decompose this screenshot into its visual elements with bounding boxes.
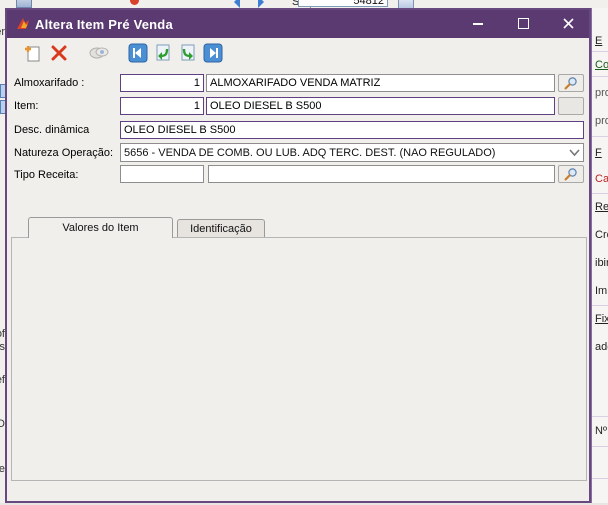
bg-fragment: Ca [595,173,608,185]
natureza-operacao-label: Natureza Operação: [14,147,113,159]
tab-valores-do-item[interactable]: Valores do Item [28,217,173,238]
tipo-receita-code-input[interactable] [120,165,204,183]
magnifier-icon [564,167,578,181]
minimize-button[interactable] [465,13,491,34]
last-record-icon [203,43,223,63]
first-record-icon [128,43,148,63]
search-icon [398,0,414,8]
divider [592,305,608,306]
tab-page [11,237,587,481]
bg-fragment: ibir [595,257,608,269]
bg-fragment: ados [595,341,608,353]
prev-record-button[interactable] [151,41,175,65]
background-top-strip: Sequência: 54812 [0,0,608,8]
nav-next-icon [258,0,270,8]
item-search-button[interactable] [558,97,584,115]
dialog-title: Altera Item Pré Venda [35,17,173,32]
bg-fragment: F [595,147,602,159]
maximize-button[interactable] [510,13,536,34]
divider [592,416,608,417]
divider [592,136,608,137]
desc-dinamica-label: Desc. dinâmica [14,124,89,136]
bg-fragment: Nº [595,425,607,437]
screen: Sequência: 54812 E Co proj prov F Ca Ren… [0,0,608,505]
maximize-icon [518,18,529,29]
item-desc-input[interactable] [206,97,555,115]
bg-fragment: Co [595,59,608,71]
divider [592,446,608,447]
delete-record-button[interactable] [47,41,71,65]
natureza-operacao-value: 5656 - VENDA DE COMB. OU LUB. ADQ TERC. … [124,147,495,159]
almoxarifado-code-input[interactable] [120,74,204,92]
next-record-button[interactable] [176,41,200,65]
divider [592,193,608,194]
bg-fragment: Imp [595,285,608,297]
background-right-strip: E Co proj prov F Ca Rent Créd ibir Imp F… [591,8,608,505]
tipo-receita-desc-input[interactable] [208,165,555,183]
last-record-button[interactable] [201,41,225,65]
dialog-toolbar [7,38,589,68]
app-logo-icon [15,16,31,32]
nav-prev-icon [228,0,240,8]
page-arrow-left-icon [153,43,173,63]
tab-label: Identificação [190,223,252,235]
close-icon [563,18,574,29]
divider [592,76,608,77]
bg-fragment: E [595,35,602,47]
stamp-button[interactable] [87,41,111,65]
dialog-titlebar[interactable]: Altera Item Pré Venda [7,10,589,38]
new-document-icon [24,44,42,62]
almoxarifado-label: Almoxarifado : [14,77,84,89]
tipo-receita-label: Tipo Receita: [14,169,78,181]
sequencia-field[interactable]: 54812 [298,0,388,7]
minimize-icon [473,23,483,25]
bg-fragment: Créd [595,229,608,241]
item-code-input[interactable] [120,97,204,115]
bg-fragment: prov [595,115,608,127]
magnifier-icon [564,76,578,90]
tipo-receita-search-button[interactable] [558,165,584,183]
new-record-button[interactable] [21,41,45,65]
stamp-icon [89,45,109,61]
delete-x-icon [51,45,67,61]
chevron-down-icon [569,149,580,157]
desc-dinamica-input[interactable] [120,121,584,139]
grid-icon [16,0,32,8]
divider [592,51,608,52]
divider [592,478,608,479]
bg-fragment: Fixa [595,313,608,325]
natureza-operacao-select[interactable]: 5656 - VENDA DE COMB. OU LUB. ADQ TERC. … [120,143,584,162]
altera-item-dialog: Altera Item Pré Venda [5,8,591,503]
bg-fragment: Rent [595,201,608,213]
bg-fragment: proj [595,87,608,99]
item-label: Item: [14,100,38,112]
record-icon [130,0,139,5]
almoxarifado-search-button[interactable] [558,74,584,92]
first-record-button[interactable] [126,41,150,65]
close-button[interactable] [555,13,581,34]
almoxarifado-desc-input[interactable] [206,74,555,92]
tab-label: Valores do Item [62,222,138,234]
page-arrow-right-icon [178,43,198,63]
tab-identificacao[interactable]: Identificação [177,219,265,238]
